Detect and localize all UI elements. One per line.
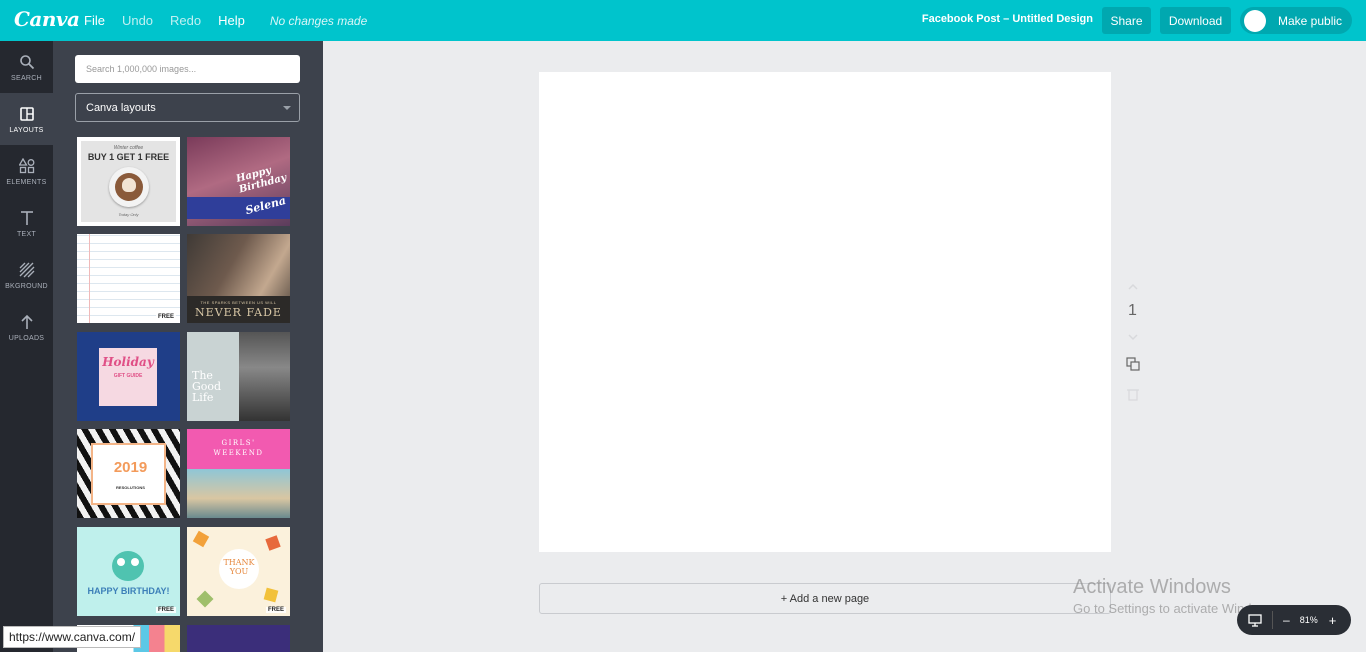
- activate-windows-title: Activate Windows: [1073, 576, 1231, 598]
- status-url-tooltip: https://www.canva.com/: [3, 626, 142, 648]
- layout-thumb-thank-you[interactable]: THANK YOU FREE: [187, 527, 290, 616]
- layouts-icon: [18, 105, 36, 123]
- zoom-in-button[interactable]: +: [1329, 613, 1337, 628]
- layout-thumb-birthday[interactable]: Happy Birthday Selena: [187, 137, 290, 226]
- save-status: No changes made: [269, 13, 368, 28]
- layout-thumb-girls-weekend[interactable]: GIRLS' WEEKEND: [187, 429, 290, 518]
- nav-uploads[interactable]: UPLOADS: [0, 301, 53, 353]
- coffee-top-text: Winter coffee: [113, 145, 144, 151]
- good-life-photo: [239, 332, 290, 421]
- nav-layouts-label: LAYOUTS: [9, 126, 44, 134]
- layout-category-value: Canva layouts: [86, 101, 156, 114]
- top-bar: Canva File Undo Redo Help No changes mad…: [0, 0, 1366, 41]
- good-life-line3: Life: [192, 391, 214, 404]
- main-menu: File Undo Redo Help No changes made: [84, 0, 367, 41]
- make-public-toggle[interactable]: Make public: [1240, 7, 1352, 34]
- layout-thumb-coffee[interactable]: Winter coffee BUY 1 GET 1 FREE Today Onl…: [77, 137, 180, 226]
- text-icon: [18, 209, 36, 227]
- nav-background-label: BKGROUND: [5, 282, 48, 290]
- girls-weekend-line1: GIRLS': [221, 439, 256, 447]
- make-public-label: Make public: [1278, 13, 1343, 28]
- nav-text-label: TEXT: [16, 230, 37, 238]
- shapes-icon: [18, 157, 36, 175]
- design-page[interactable]: [539, 72, 1111, 552]
- menu-file[interactable]: File: [84, 13, 105, 28]
- never-fade-headline: NEVER FADE: [195, 306, 282, 319]
- free-badge: FREE: [265, 607, 286, 613]
- thank-you-text: THANK YOU: [219, 558, 259, 576]
- document-title[interactable]: Facebook Post – Untitled Design: [922, 13, 1093, 25]
- layout-category-select[interactable]: Canva layouts: [75, 93, 300, 122]
- toggle-knob: [1244, 9, 1266, 32]
- coffee-sub: Today Only: [118, 212, 139, 217]
- free-badge: FREE: [155, 607, 176, 613]
- nav-elements-label: ELEMENTS: [6, 178, 47, 186]
- menu-help[interactable]: Help: [218, 13, 245, 28]
- left-nav: SEARCH LAYOUTS ELEMENTS TEXT BKGROUND UP…: [0, 41, 53, 652]
- layout-thumb-letter[interactable]: FREE: [77, 234, 180, 323]
- move-up-icon[interactable]: [1126, 280, 1140, 294]
- caret-down-icon: [283, 106, 291, 110]
- background-pattern-icon: [18, 261, 36, 279]
- year-number: 2019: [113, 459, 148, 476]
- coffee-cup: [109, 167, 149, 207]
- layout-thumb-good-life[interactable]: The Good Life: [187, 332, 290, 421]
- zoom-out-button[interactable]: –: [1283, 613, 1290, 627]
- nav-layouts[interactable]: LAYOUTS: [0, 93, 53, 145]
- letter-margin: [89, 234, 90, 323]
- layout-thumb-2019[interactable]: 2019 RESOLUTIONS: [77, 429, 180, 518]
- canva-logo[interactable]: Canva: [14, 7, 80, 31]
- never-fade-caption: THE SPARKS BETWEEN US WILL: [200, 300, 277, 305]
- add-page-button[interactable]: + Add a new page: [539, 583, 1111, 614]
- free-badge: FREE: [155, 314, 176, 320]
- monster: [112, 551, 144, 581]
- holiday-headline: Holiday: [102, 355, 154, 369]
- holiday-sub: GIFT GUIDE: [113, 373, 143, 379]
- girls-weekend-line2: WEEKEND: [213, 449, 264, 457]
- present-icon[interactable]: [1237, 611, 1273, 629]
- nav-uploads-label: UPLOADS: [8, 334, 45, 342]
- happy-birthday-headline: HAPPY BIRTHDAY!: [87, 586, 170, 596]
- nav-background[interactable]: BKGROUND: [0, 249, 53, 301]
- image-search-input[interactable]: [75, 55, 300, 83]
- nav-text[interactable]: TEXT: [0, 197, 53, 249]
- thank-you-line1: THANK: [223, 558, 255, 567]
- layout-thumb-partial-2[interactable]: [187, 625, 290, 652]
- year-sub: RESOLUTIONS: [116, 485, 145, 490]
- upload-arrow-icon: [18, 313, 36, 331]
- layout-thumb-happy-birthday[interactable]: HAPPY BIRTHDAY! FREE: [77, 527, 180, 616]
- zoom-control: – 81% +: [1237, 605, 1351, 635]
- birthday-headline: Happy Birthday: [235, 164, 288, 196]
- page-number: 1: [1128, 302, 1137, 319]
- duplicate-icon[interactable]: [1126, 357, 1140, 371]
- menu-undo[interactable]: Undo: [122, 13, 153, 28]
- move-down-icon[interactable]: [1126, 330, 1140, 344]
- download-button[interactable]: Download: [1160, 7, 1231, 34]
- coffee-headline: BUY 1 GET 1 FREE: [87, 152, 170, 162]
- trash-icon[interactable]: [1127, 387, 1139, 401]
- layout-thumb-never-fade[interactable]: THE SPARKS BETWEEN US WILL NEVER FADE: [187, 234, 290, 323]
- good-life-text: The Good Life: [192, 370, 221, 403]
- thank-you-line2: YOU: [229, 567, 249, 576]
- search-icon: [18, 53, 36, 71]
- zoom-percent: 81%: [1299, 615, 1318, 625]
- menu-redo[interactable]: Redo: [170, 13, 201, 28]
- girls-weekend-photo: [187, 469, 290, 518]
- layout-thumb-holiday[interactable]: Holiday GIFT GUIDE: [77, 332, 180, 421]
- nav-search-label: SEARCH: [11, 74, 42, 82]
- share-button[interactable]: Share: [1102, 7, 1151, 34]
- layouts-panel: Canva layouts Winter coffee BUY 1 GET 1 …: [53, 41, 323, 652]
- nav-search[interactable]: SEARCH: [0, 41, 53, 93]
- nav-elements[interactable]: ELEMENTS: [0, 145, 53, 197]
